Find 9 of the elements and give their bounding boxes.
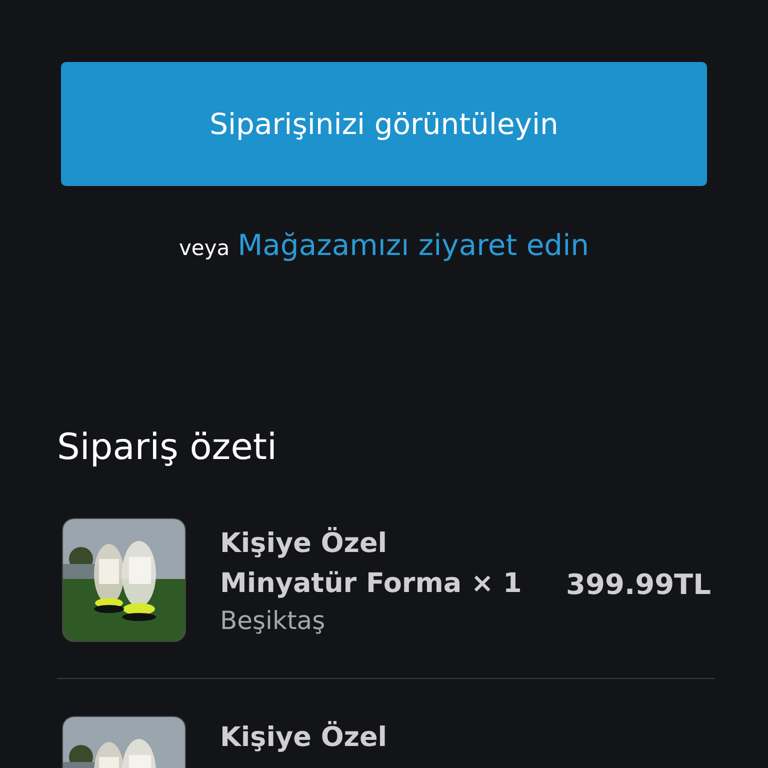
product-name: Minyatür Forma × 1 xyxy=(220,567,522,601)
product-price: 399.99TL xyxy=(566,568,711,600)
product-variant: Beşiktaş xyxy=(220,605,326,637)
or-text: veya xyxy=(178,236,230,260)
view-order-button[interactable]: Siparişinizi görüntüleyin xyxy=(61,62,707,186)
product-name: Kişiye Özel xyxy=(220,526,388,561)
section-title: Sipariş özeti xyxy=(57,427,278,468)
visit-store-link[interactable]: Mağazamızı ziyaret edin xyxy=(238,228,590,262)
product-name: Kişiye Özel xyxy=(220,720,388,755)
